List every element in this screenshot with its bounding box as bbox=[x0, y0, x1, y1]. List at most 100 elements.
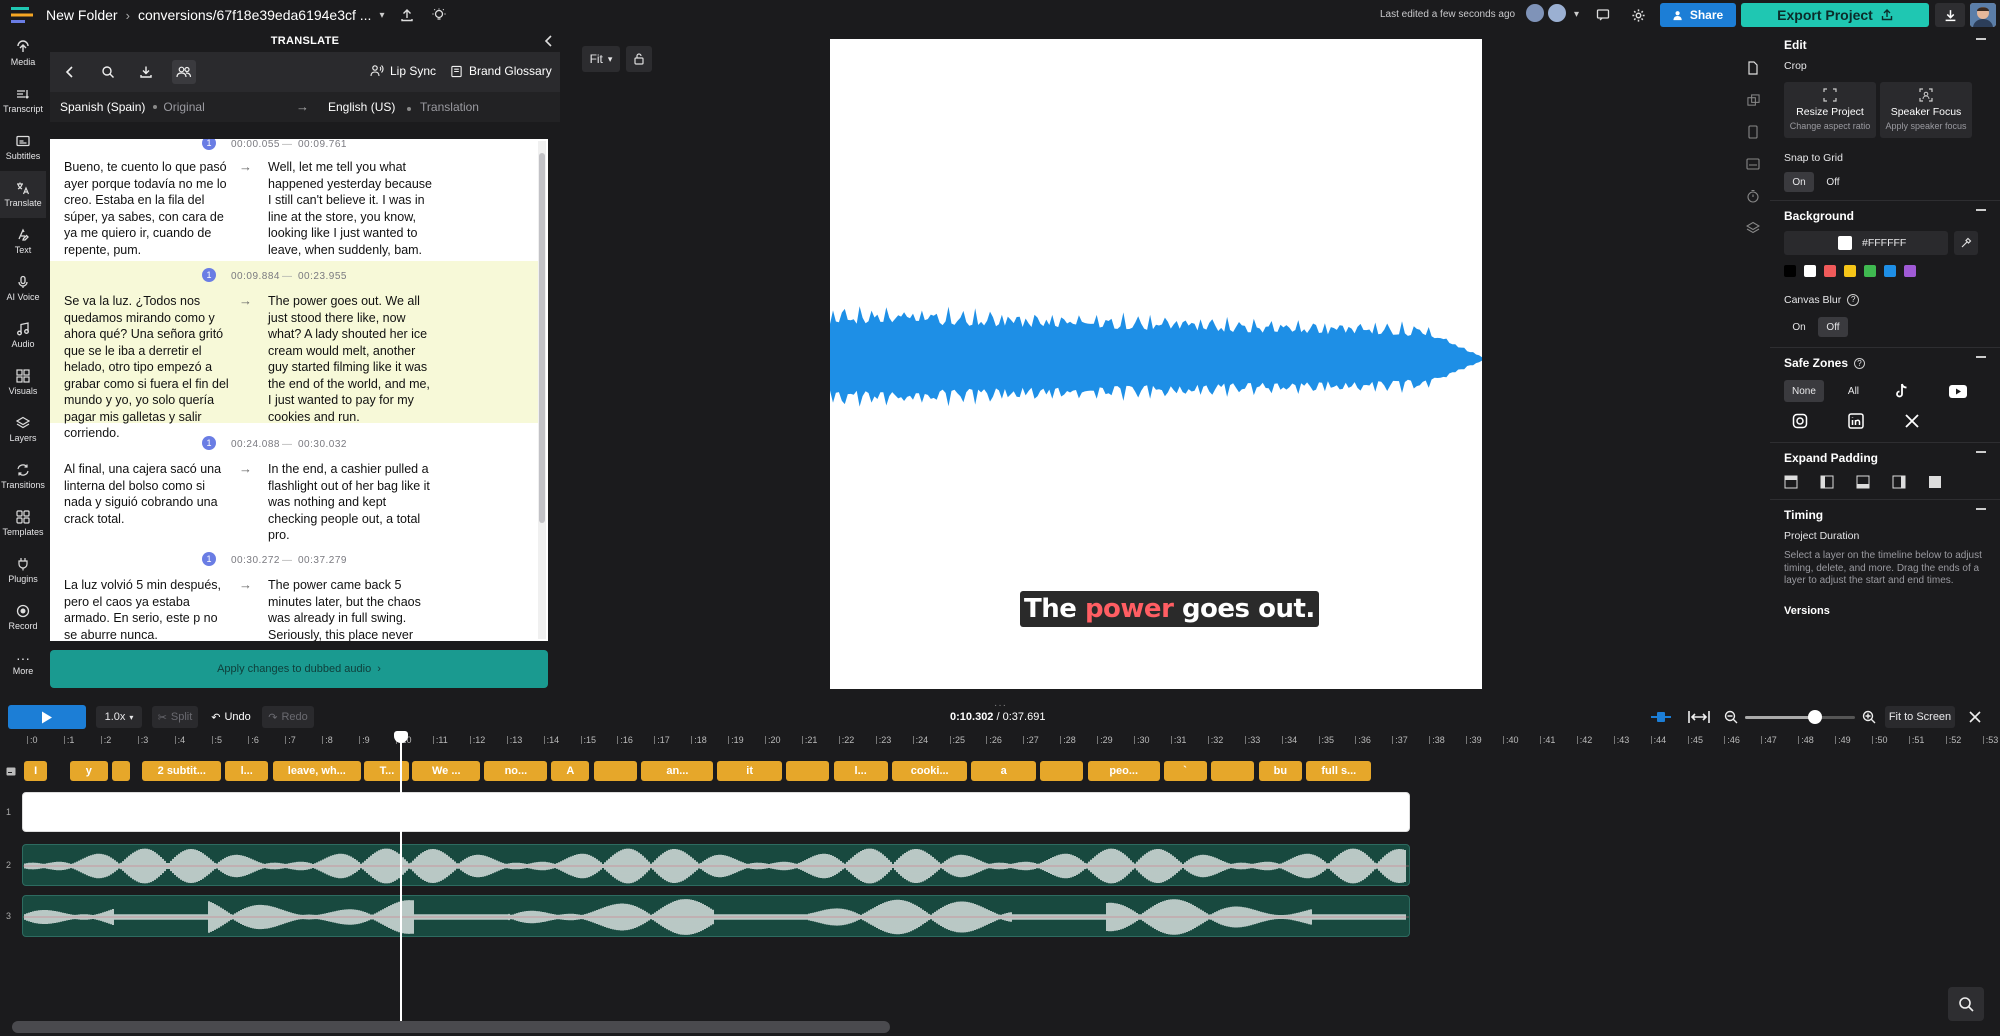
comment-icon[interactable] bbox=[1590, 2, 1616, 28]
subtitle-chip[interactable]: bu bbox=[1258, 761, 1302, 781]
layers-icon[interactable] bbox=[1736, 212, 1770, 244]
eyedropper-icon[interactable] bbox=[1954, 231, 1978, 255]
safe-zone-all[interactable]: All bbox=[1840, 380, 1867, 402]
subtitle-chip[interactable]: 2 subtit... bbox=[142, 761, 222, 781]
zoom-fit-dropdown[interactable]: Fit ▾ bbox=[582, 46, 620, 72]
segment-scrollbar-thumb[interactable] bbox=[539, 153, 545, 523]
video-track-clip[interactable] bbox=[22, 792, 1410, 832]
source-language[interactable]: Spanish (Spain) bbox=[60, 100, 145, 114]
chevron-left-icon[interactable] bbox=[542, 34, 556, 48]
subtitle-chip[interactable]: A bbox=[551, 761, 590, 781]
zoom-out-icon[interactable] bbox=[1724, 710, 1738, 724]
user-avatar[interactable] bbox=[1970, 3, 1996, 27]
rail-item-subtitles[interactable]: Subtitles bbox=[0, 124, 46, 171]
drag-handle-icon[interactable]: ··· bbox=[994, 700, 1007, 711]
segment-start-time[interactable]: 00:00.055 bbox=[231, 139, 280, 154]
rail-item-more[interactable]: ··· More bbox=[0, 641, 46, 688]
time-ruler[interactable]: :0:1:2:3:4:5:6:7:8:9:10:11:12:13:14:15:1… bbox=[0, 731, 2000, 747]
zoom-slider-track[interactable] bbox=[1745, 716, 1855, 719]
close-icon[interactable] bbox=[1968, 710, 1982, 724]
share-button[interactable]: Share bbox=[1660, 3, 1736, 27]
split-button[interactable]: ✂ Split bbox=[152, 706, 198, 728]
background-color-field[interactable]: #FFFFFF bbox=[1784, 231, 1948, 255]
subtitle-chip[interactable]: l... bbox=[833, 761, 888, 781]
collapse-minus-icon[interactable] bbox=[1976, 209, 1986, 211]
timeline-scrollbar[interactable] bbox=[12, 1021, 890, 1033]
blur-on-option[interactable]: On bbox=[1784, 317, 1814, 337]
collapse-minus-icon[interactable] bbox=[1976, 356, 1986, 358]
timeline-search-button[interactable] bbox=[1948, 987, 1984, 1021]
speaker-badge[interactable]: 1 bbox=[202, 436, 216, 450]
download-button[interactable] bbox=[1935, 3, 1965, 27]
subtitle-chip[interactable]: it bbox=[717, 761, 783, 781]
translation-text[interactable]: In the end, a cashier pulled a flashligh… bbox=[268, 461, 434, 544]
speaker-focus-card[interactable]: Speaker Focus Apply speaker focus bbox=[1880, 82, 1972, 138]
lip-sync-button[interactable]: Lip Sync bbox=[370, 64, 436, 78]
rail-item-audio[interactable]: Audio bbox=[0, 312, 46, 359]
rail-item-visuals[interactable]: Visuals bbox=[0, 359, 46, 406]
subtitle-chip[interactable] bbox=[593, 761, 637, 781]
breadcrumb-folder[interactable]: New Folder bbox=[46, 7, 118, 23]
playback-speed-dropdown[interactable]: 1.0x ▾ bbox=[96, 706, 142, 728]
translation-text[interactable]: The power came back 5 minutes later, but… bbox=[268, 577, 434, 641]
segment-row-active[interactable]: 1 00:09.884 — 00:23.955 Se va la luz. ¿T… bbox=[50, 261, 538, 440]
collaborator-avatar[interactable] bbox=[1546, 2, 1568, 24]
padding-bottom-icon[interactable] bbox=[1856, 475, 1870, 489]
subtitle-chip[interactable]: peo... bbox=[1087, 761, 1160, 781]
segment-start-time[interactable]: 00:30.272 bbox=[231, 553, 280, 570]
color-swatch[interactable] bbox=[1884, 265, 1896, 277]
collapse-minus-icon[interactable] bbox=[1976, 38, 1986, 40]
color-swatch[interactable] bbox=[1844, 265, 1856, 277]
rail-item-translate[interactable]: Translate bbox=[0, 171, 46, 218]
color-swatch[interactable] bbox=[1784, 265, 1796, 277]
segment-end-time[interactable]: 00:09.761 bbox=[298, 139, 347, 154]
timeline[interactable]: :0:1:2:3:4:5:6:7:8:9:10:11:12:13:14:15:1… bbox=[0, 731, 2000, 1036]
upload-icon[interactable] bbox=[394, 2, 420, 28]
rail-item-transcript[interactable]: Transcript bbox=[0, 77, 46, 124]
chevron-down-icon[interactable]: ▾ bbox=[1574, 9, 1579, 20]
speaker-badge[interactable]: 1 bbox=[202, 268, 216, 282]
segment-start-time[interactable]: 00:09.884 bbox=[231, 269, 280, 286]
rail-item-media[interactable]: Media bbox=[0, 30, 46, 77]
chevron-down-icon[interactable]: ▾ bbox=[379, 10, 384, 21]
subtitle-chip[interactable]: a bbox=[971, 761, 1037, 781]
subtitle-chip[interactable]: I bbox=[24, 761, 48, 781]
rail-item-layers[interactable]: Layers bbox=[0, 406, 46, 453]
blur-off-option[interactable]: Off bbox=[1818, 317, 1848, 337]
subtitle-chip[interactable]: full s... bbox=[1306, 761, 1372, 781]
mobile-icon[interactable] bbox=[1736, 116, 1770, 148]
rail-item-text[interactable]: Text bbox=[0, 218, 46, 265]
subtitle-chip[interactable]: ` bbox=[1163, 761, 1207, 781]
timer-icon[interactable] bbox=[1736, 180, 1770, 212]
rail-item-record[interactable]: Record bbox=[0, 594, 46, 641]
collaborator-avatar[interactable] bbox=[1524, 2, 1546, 24]
subtitle-caption[interactable]: The power goes out. bbox=[1020, 591, 1319, 627]
zoom-in-icon[interactable] bbox=[1862, 710, 1876, 724]
dubbed-audio-track-clip[interactable] bbox=[22, 895, 1410, 937]
youtube-icon[interactable] bbox=[1941, 380, 1975, 402]
subtitle-chip[interactable]: no... bbox=[484, 761, 548, 781]
subtitle-chip[interactable]: We ... bbox=[412, 761, 481, 781]
segment-row[interactable]: 1 00:24.088 — 00:30.032 Al final, una ca… bbox=[50, 429, 538, 542]
target-language[interactable]: English (US) bbox=[328, 100, 395, 114]
document-icon[interactable] bbox=[1736, 52, 1770, 84]
video-canvas[interactable]: The power goes out. bbox=[830, 39, 1482, 689]
subtitle-chip[interactable] bbox=[786, 761, 830, 781]
padding-top-icon[interactable] bbox=[1784, 475, 1798, 489]
safe-zone-none[interactable]: None bbox=[1784, 380, 1824, 402]
padding-left-icon[interactable] bbox=[1820, 475, 1834, 489]
collapse-minus-icon[interactable] bbox=[1976, 451, 1986, 453]
segment-start-time[interactable]: 00:24.088 bbox=[231, 437, 280, 454]
snap-on-option[interactable]: On bbox=[1784, 172, 1814, 192]
caption-box-icon[interactable] bbox=[1736, 148, 1770, 180]
collapse-minus-icon[interactable] bbox=[1976, 508, 1986, 510]
subtitle-chip[interactable] bbox=[1211, 761, 1255, 781]
tiktok-icon[interactable] bbox=[1887, 380, 1917, 402]
subtitle-chip[interactable] bbox=[112, 761, 131, 781]
snap-off-option[interactable]: Off bbox=[1818, 172, 1848, 192]
subtitle-chip[interactable]: an... bbox=[641, 761, 714, 781]
segment-end-time[interactable]: 00:37.279 bbox=[298, 553, 347, 570]
speaker-badge[interactable]: 1 bbox=[202, 552, 216, 566]
gear-icon[interactable] bbox=[1625, 2, 1651, 28]
segment-end-time[interactable]: 00:23.955 bbox=[298, 269, 347, 286]
